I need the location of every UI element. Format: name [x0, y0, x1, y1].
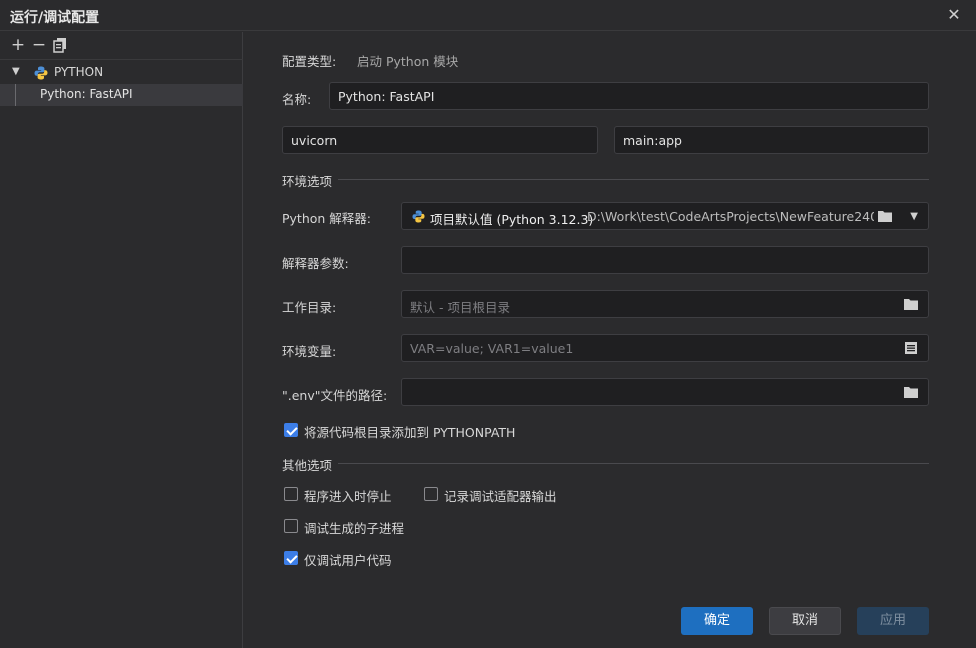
copy-icon: [53, 38, 66, 53]
args-field[interactable]: main:app: [614, 126, 929, 154]
tree-group-python[interactable]: ▼ PYTHON: [0, 62, 243, 84]
just-my-code-label: 仅调试用户代码: [304, 553, 392, 568]
name-field[interactable]: Python: FastAPI: [329, 82, 929, 110]
args-field-value: main:app: [623, 133, 682, 148]
interpreter-path: D:\Work\test\CodeArtsProjects\NewFeature…: [587, 209, 874, 224]
add-pythonpath-checkbox[interactable]: 将源代码根目录添加到 PYTHONPATH: [284, 422, 534, 440]
section-divider: [338, 179, 929, 180]
cancel-button[interactable]: 取消: [769, 607, 841, 635]
name-label: 名称:: [282, 92, 312, 107]
add-config-button[interactable]: +: [10, 37, 26, 54]
sidebar-toolbar: + −: [0, 32, 243, 60]
title-bar: 运行/调试配置 ✕: [0, 0, 976, 31]
config-sidebar: + − ▼ PYTHON Python: FastAPI: [0, 32, 243, 648]
interpreter-name: 项目默认值 (Python 3.12.3): [430, 212, 594, 227]
tree-item-fastapi[interactable]: Python: FastAPI: [0, 84, 243, 106]
remove-config-button[interactable]: −: [31, 37, 47, 54]
add-pythonpath-label: 将源代码根目录添加到 PYTHONPATH: [304, 425, 516, 440]
close-icon[interactable]: ✕: [946, 6, 962, 24]
workdir-placeholder: 默认 - 项目根目录: [410, 300, 510, 315]
folder-icon[interactable]: [903, 297, 919, 311]
interp-args-field[interactable]: [401, 246, 929, 274]
debug-subprocess-label: 调试生成的子进程: [304, 521, 405, 536]
envfile-label: ".env"文件的路径:: [282, 388, 388, 403]
copy-config-button[interactable]: [52, 37, 68, 53]
envvars-label: 环境变量:: [282, 344, 337, 359]
checkbox-unchecked[interactable]: [284, 519, 298, 533]
interpreter-label: Python 解释器:: [282, 211, 372, 226]
module-field[interactable]: uvicorn: [282, 126, 598, 154]
log-adapter-checkbox[interactable]: 记录调试适配器输出: [424, 486, 574, 504]
env-section-header: 环境选项: [282, 171, 929, 190]
workdir-field[interactable]: 默认 - 项目根目录: [401, 290, 929, 318]
just-my-code-checkbox[interactable]: 仅调试用户代码: [284, 550, 414, 568]
expand-caret-icon[interactable]: ▼: [12, 66, 20, 77]
checkbox-checked[interactable]: [284, 423, 298, 437]
config-form: 配置类型: 启动 Python 模块 名称: Python: FastAPI u…: [244, 32, 976, 648]
module-field-value: uvicorn: [291, 133, 338, 148]
checkbox-checked[interactable]: [284, 551, 298, 565]
workdir-label: 工作目录:: [282, 300, 337, 315]
tree-item-label: Python: FastAPI: [40, 87, 133, 101]
name-field-value: Python: FastAPI: [338, 89, 435, 104]
envvars-field[interactable]: VAR=value; VAR1=value1: [401, 334, 929, 362]
stop-on-entry-label: 程序进入时停止: [304, 489, 392, 504]
python-icon: [412, 210, 425, 223]
section-divider: [338, 463, 929, 464]
python-icon: [34, 66, 48, 80]
tree-group-label: PYTHON: [54, 65, 104, 79]
stop-on-entry-checkbox[interactable]: 程序进入时停止: [284, 486, 404, 504]
env-section-title: 环境选项: [282, 171, 339, 190]
tree-guide-line: [15, 84, 16, 106]
chevron-down-icon[interactable]: ▼: [910, 211, 918, 222]
checkbox-unchecked[interactable]: [284, 487, 298, 501]
envfile-field[interactable]: [401, 378, 929, 406]
ok-button[interactable]: 确定: [681, 607, 753, 635]
interpreter-select[interactable]: 项目默认值 (Python 3.12.3) D:\Work\test\CodeA…: [401, 202, 929, 230]
other-section-header: 其他选项: [282, 455, 929, 474]
folder-icon[interactable]: [877, 209, 893, 223]
apply-button[interactable]: 应用: [857, 607, 929, 635]
window-title: 运行/调试配置: [10, 10, 100, 26]
interp-args-label: 解释器参数:: [282, 256, 349, 271]
list-icon[interactable]: [903, 341, 919, 355]
debug-subprocess-checkbox[interactable]: 调试生成的子进程: [284, 518, 424, 536]
config-type-value: 启动 Python 模块: [357, 54, 459, 69]
config-type-label: 配置类型:: [282, 54, 337, 69]
folder-icon[interactable]: [903, 385, 919, 399]
envvars-placeholder: VAR=value; VAR1=value1: [410, 341, 574, 356]
other-section-title: 其他选项: [282, 455, 339, 474]
checkbox-unchecked[interactable]: [424, 487, 438, 501]
log-adapter-label: 记录调试适配器输出: [444, 489, 557, 504]
